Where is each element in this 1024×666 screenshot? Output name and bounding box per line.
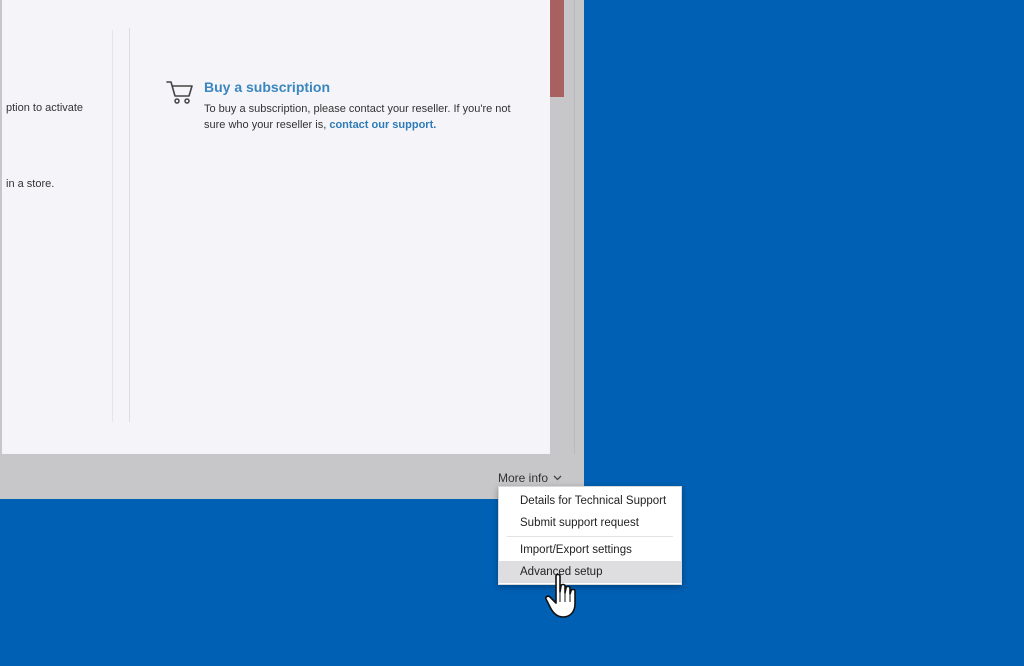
column-divider xyxy=(129,28,130,422)
chevron-down-icon xyxy=(553,475,562,481)
accent-strip xyxy=(550,0,564,97)
app-window: ption to activate in a store. Buy a subs… xyxy=(0,0,584,499)
contact-support-link[interactable]: contact our support. xyxy=(329,119,436,131)
buy-subscription-title[interactable]: Buy a subscription xyxy=(204,79,330,95)
menu-item-submit-support-request[interactable]: Submit support request xyxy=(499,512,681,534)
left-panel-text: in a store. xyxy=(6,178,55,190)
more-info-menu: Details for Technical Support Submit sup… xyxy=(498,486,682,585)
left-panel-text: ption to activate xyxy=(6,102,84,114)
content-card: ption to activate in a store. Buy a subs… xyxy=(2,0,550,454)
menu-separator xyxy=(507,536,673,537)
more-info-button[interactable]: More info xyxy=(498,471,562,485)
menu-item-technical-support[interactable]: Details for Technical Support xyxy=(499,490,681,512)
hand-pointer-icon xyxy=(545,573,576,618)
buy-subscription-description: To buy a subscription, please contact yo… xyxy=(204,101,534,133)
menu-item-import-export[interactable]: Import/Export settings xyxy=(499,539,681,561)
scrollbar[interactable] xyxy=(574,0,581,454)
more-info-label: More info xyxy=(498,471,549,485)
menu-item-advanced-setup[interactable]: Advanced setup xyxy=(499,561,681,583)
shopping-cart-icon xyxy=(166,81,193,104)
column-divider xyxy=(112,30,113,422)
